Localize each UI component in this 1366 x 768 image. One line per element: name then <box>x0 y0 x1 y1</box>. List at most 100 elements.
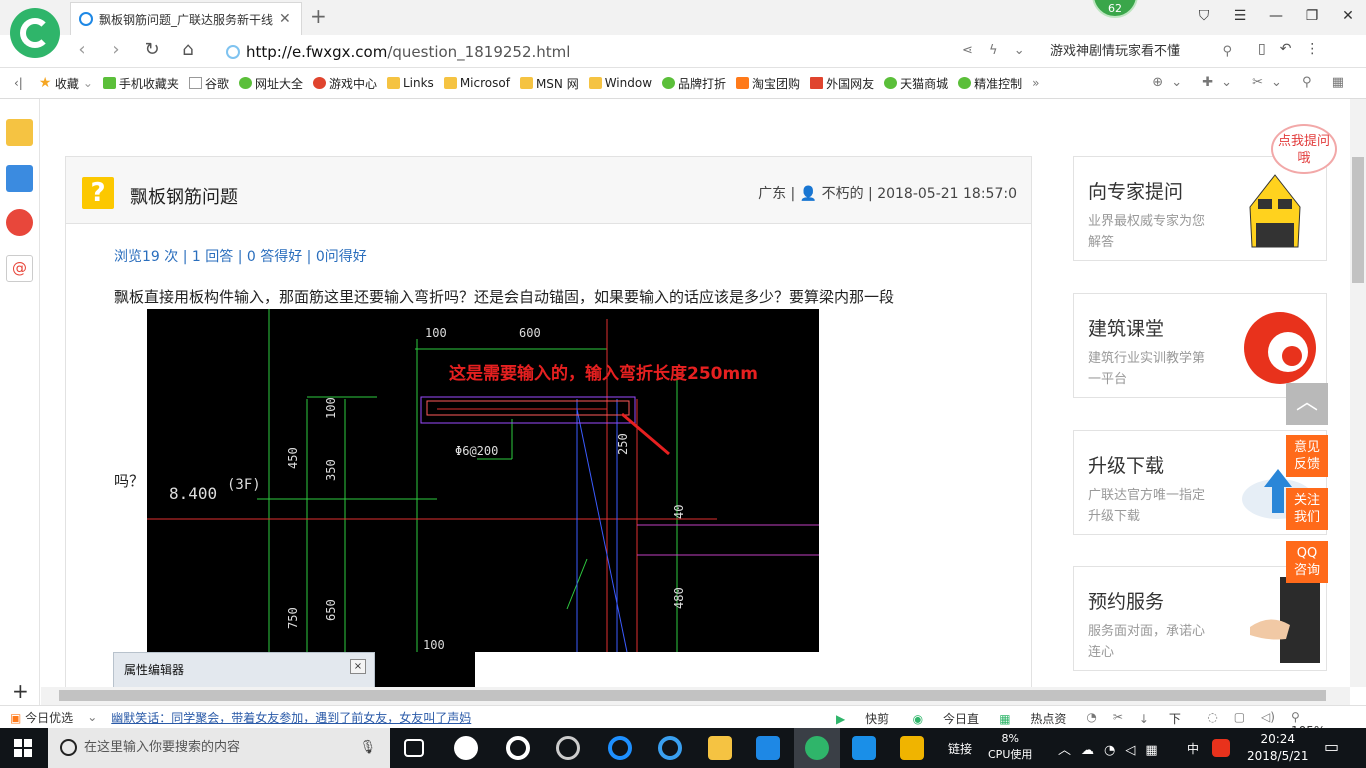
bookmark-icon <box>810 77 824 89</box>
question-stats[interactable]: 浏览19 次 | 1 回答 | 0 答得好 | 0问得好 <box>114 246 367 266</box>
today-picks[interactable]: ▣ 今日优选 <box>10 709 73 726</box>
toolbar-icons[interactable]: ▯↶⋮ <box>1258 41 1333 57</box>
clock-time: 20:24 <box>1260 732 1296 746</box>
restore-button[interactable]: ❐ <box>1294 0 1330 32</box>
gift-icon: ▣ <box>10 710 22 725</box>
file-explorer-icon[interactable] <box>708 736 732 760</box>
weibo-icon[interactable] <box>6 209 33 236</box>
extension-icons[interactable]: ⊕⌄ ✚⌄ ✂⌄ ⚲ ▦ <box>1152 75 1352 90</box>
bookmark-item[interactable]: 品牌打折 <box>662 75 726 92</box>
svg-text:100: 100 <box>324 397 338 419</box>
scroll-thumb[interactable] <box>1352 157 1364 283</box>
bookmark-item[interactable]: 游戏中心 <box>312 75 377 92</box>
microphone-icon[interactable]: 🎙 <box>359 728 376 768</box>
status-bar: ▣ 今日优选 ⌄ 幽默笑话：同学聚会，带着女友参加，遇到了前女友，女友叫了声妈 … <box>0 705 1366 743</box>
bookmark-item[interactable]: 精准控制 <box>958 75 1022 92</box>
more-bookmarks-icon[interactable]: » <box>1032 76 1039 90</box>
browser-logo-icon[interactable] <box>10 8 60 58</box>
back-icon[interactable]: ‹ <box>70 39 94 60</box>
security-icon <box>226 45 240 59</box>
question-body: 飘板直接用板构件输入，那面筋这里还要输入弯折吗？还是会自动锚固，如果要输入的话应… <box>114 288 895 306</box>
notification-icon[interactable]: ▭ <box>1324 737 1339 756</box>
app-icon[interactable] <box>556 736 580 760</box>
tab-active[interactable]: 飘板钢筋问题_广联达服务新干线 ✕ <box>70 2 302 35</box>
search-input[interactable]: 游戏神剧情玩家看不懂 ⚲ <box>1040 39 1240 65</box>
taskbar-search-input[interactable]: 在这里输入你要搜索的内容 🎙 <box>48 728 390 768</box>
qq-consult-button[interactable]: QQ咨询 <box>1286 541 1328 583</box>
leaf-icon <box>662 77 676 89</box>
taobao-icon <box>736 77 750 89</box>
bookmark-item[interactable]: 外国网友 <box>810 75 874 92</box>
fan-app-icon[interactable] <box>454 736 478 760</box>
close-window-button[interactable]: ✕ <box>1330 0 1366 32</box>
url-field[interactable]: http://e.fwxgx.com/question_1819252.html <box>226 39 1036 65</box>
card-ask-expert[interactable]: 向专家提问 业界最权威专家为您解答 <box>1073 156 1327 261</box>
scroll-thumb[interactable] <box>59 690 1326 701</box>
system-tray-icons[interactable]: ︿☁◔◁▦ <box>1058 739 1168 758</box>
links-toolbar[interactable]: 链接 <box>948 740 972 757</box>
notes-app-icon[interactable] <box>900 736 924 760</box>
svg-text:40: 40 <box>672 505 686 519</box>
notification-badge[interactable]: 62 <box>1092 0 1138 18</box>
menu-icon[interactable]: ☰ <box>1222 0 1258 32</box>
folder-icon <box>443 77 457 89</box>
bookmark-item[interactable]: ★ 收藏 ⌄ <box>39 75 93 92</box>
card-subtitle: 广联达官方唯一指定升级下载 <box>1088 488 1206 524</box>
add-sidebar-icon[interactable]: + <box>12 679 29 703</box>
favorites-icon[interactable] <box>6 119 33 146</box>
bookmark-item[interactable]: 谷歌 <box>188 75 229 92</box>
share-icon[interactable]: ⋖ ϟ ⌄ <box>962 43 1031 58</box>
clock[interactable]: 20:24 2018/5/21 <box>1247 731 1309 765</box>
news-expand-icon[interactable]: ⌄ <box>87 710 97 724</box>
tab-close-icon[interactable]: ✕ <box>279 11 293 27</box>
sogou-icon[interactable] <box>1212 739 1230 757</box>
search-icon[interactable]: ⚲ <box>1222 39 1232 65</box>
glodon-app-icon[interactable] <box>756 736 780 760</box>
edge-icon[interactable] <box>506 736 530 760</box>
bookmark-item[interactable]: 手机收藏夹 <box>102 75 179 92</box>
vertical-scrollbar[interactable] <box>1350 99 1366 687</box>
minimize-button[interactable]: — <box>1258 0 1294 32</box>
svg-text:100: 100 <box>425 326 447 340</box>
folder-icon <box>386 77 400 89</box>
horizontal-scrollbar[interactable] <box>41 687 1350 705</box>
bookmark-item[interactable]: Window <box>588 76 652 90</box>
folder-icon <box>588 77 602 89</box>
taskbar-search-placeholder: 在这里输入你要搜索的内容 <box>84 740 241 755</box>
start-button[interactable] <box>14 739 32 757</box>
home-icon[interactable]: ⌂ <box>176 39 200 60</box>
task-view-icon[interactable] <box>404 739 424 757</box>
svg-text:350: 350 <box>324 459 338 481</box>
sidebar-toggle-icon[interactable]: ‹| <box>14 76 23 90</box>
globe-icon <box>238 77 252 89</box>
feedback-button[interactable]: 意见反馈 <box>1286 435 1328 477</box>
refresh-icon[interactable]: ↻ <box>140 39 164 60</box>
forward-icon[interactable]: › <box>104 39 128 60</box>
svg-text:450: 450 <box>286 447 300 469</box>
mail-icon[interactable]: @ <box>6 255 33 282</box>
ime-indicator[interactable]: 中 <box>1187 740 1199 757</box>
bookmark-item[interactable]: 网址大全 <box>238 75 303 92</box>
news-ticker[interactable]: 幽默笑话：同学聚会，带着女友参加，遇到了前女友，女友叫了声妈 <box>111 709 471 726</box>
cad-screenshot: 100 600 8.400 (3F) Φ6@200 100 450 100 35… <box>147 309 819 652</box>
ie2-icon[interactable] <box>658 736 682 760</box>
left-sidebar: @ + <box>0 99 40 705</box>
leaf-icon <box>884 77 898 89</box>
shirt-icon[interactable]: ⛉ <box>1186 0 1222 32</box>
new-tab-button[interactable]: + <box>310 4 327 28</box>
back-to-top-button[interactable]: ︿ <box>1286 383 1328 425</box>
reader-icon[interactable] <box>6 165 33 192</box>
bookmark-item[interactable]: Microsof <box>443 76 510 90</box>
bookmark-item[interactable]: 天猫商城 <box>884 75 948 92</box>
card-subtitle: 服务面对面，承诺心连心 <box>1088 624 1206 660</box>
bookmarks-bar: ‹| ★ 收藏 ⌄ 手机收藏夹 谷歌 网址大全 游戏中心 Links Microso… <box>0 68 1366 99</box>
360-browser-icon[interactable] <box>805 736 829 760</box>
bookmark-item[interactable]: 淘宝团购 <box>736 75 800 92</box>
bookmark-item[interactable]: Links <box>386 76 434 90</box>
cloud-app-icon[interactable] <box>852 736 876 760</box>
ask-bubble[interactable]: 点我提问哦 <box>1271 124 1337 174</box>
follow-button[interactable]: 关注我们 <box>1286 488 1328 530</box>
search-text: 游戏神剧情玩家看不懂 <box>1050 44 1181 59</box>
bookmark-item[interactable]: MSN 网 <box>519 75 579 92</box>
ie-icon[interactable] <box>608 736 632 760</box>
